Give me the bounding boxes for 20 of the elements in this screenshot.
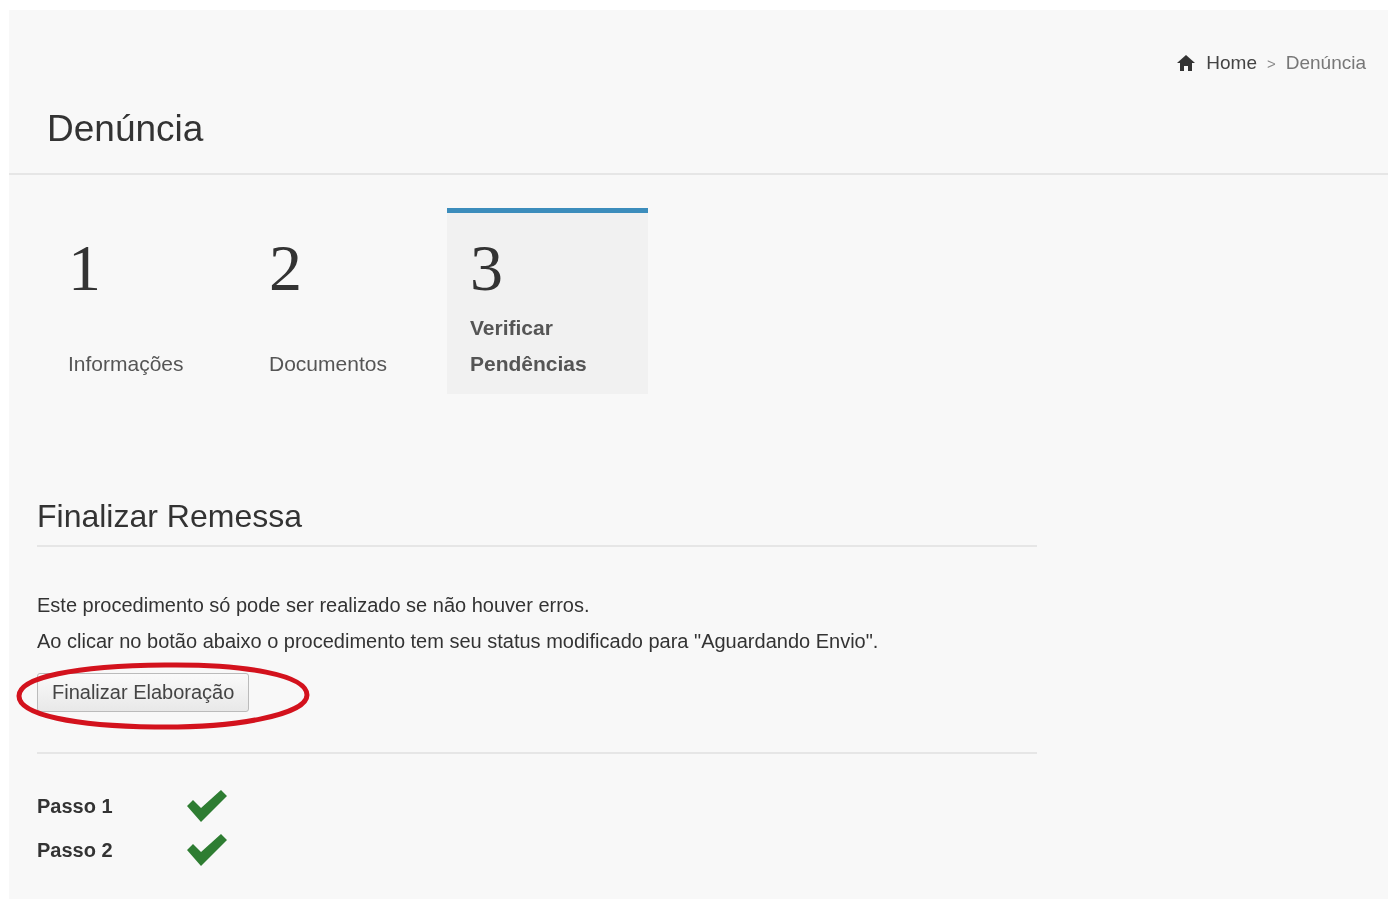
home-icon <box>1176 54 1197 72</box>
breadcrumb-link[interactable]: Home <box>1206 52 1257 74</box>
wizard-step[interactable]: 2 Documentos <box>246 208 447 394</box>
step-label: Informações <box>68 351 185 377</box>
wizard-step[interactable]: 1 Informações <box>45 208 246 394</box>
breadcrumb-current: Denúncia <box>1285 52 1366 74</box>
step-number: 2 <box>269 233 302 303</box>
breadcrumb-separator: > <box>1266 54 1276 72</box>
info-text: Ao clicar no botão abaixo o procedimento tem seu status modificado para "Aguardando Envio". <box>37 629 879 654</box>
step-number: 1 <box>68 233 101 303</box>
step-label: Verificar Pendências <box>470 315 588 377</box>
step-status-label: Passo 1 <box>37 794 113 818</box>
wizard-step[interactable]: 3 Verificar Pendências <box>447 208 648 394</box>
step-number: 3 <box>470 233 503 303</box>
info-text: Este procedimento só pode ser realizado se não houver erros. <box>37 593 590 618</box>
step-status-label: Passo 2 <box>37 838 113 862</box>
section-title: Finalizar Remessa <box>37 498 302 547</box>
page-title: Denúncia <box>47 108 204 150</box>
finalize-button[interactable]: Finalizar Elaboração <box>37 673 250 712</box>
step-label: Documentos <box>269 351 388 377</box>
